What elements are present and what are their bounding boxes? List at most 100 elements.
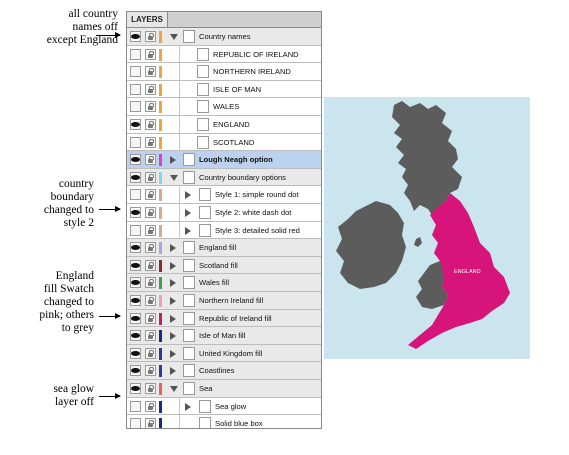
lock-icon[interactable] (145, 154, 156, 166)
visibility-eye-icon[interactable] (130, 136, 141, 148)
disclosure-closed-icon[interactable] (170, 297, 176, 305)
layer-label: England fill (199, 243, 237, 253)
visibility-eye-icon[interactable] (130, 277, 141, 289)
lock-icon[interactable] (145, 207, 156, 218)
lock-icon[interactable] (145, 48, 156, 60)
layer-row[interactable]: REPUBLIC OF IRELAND (127, 45, 321, 64)
layer-row[interactable]: Country boundary options (127, 168, 321, 187)
visibility-eye-icon[interactable] (130, 418, 141, 428)
disclosure-closed-icon[interactable] (170, 314, 176, 323)
lock-icon[interactable] (145, 83, 156, 95)
visibility-eye-icon[interactable] (130, 48, 141, 60)
disclosure-closed-icon[interactable] (185, 226, 191, 235)
disclosure-closed-icon[interactable] (170, 279, 176, 288)
disclosure-closed-icon[interactable] (170, 244, 176, 253)
disclosure-open-icon[interactable] (170, 34, 178, 40)
visibility-eye-icon[interactable] (130, 383, 141, 394)
lock-icon[interactable] (145, 365, 156, 377)
layer-label: Country boundary options (199, 172, 286, 182)
layer-row[interactable]: Style 1: simple round dot (127, 186, 321, 204)
lock-icon[interactable] (145, 136, 156, 148)
layer-row[interactable]: Northern Ireland fill (127, 292, 321, 310)
disclosure-closed-icon[interactable] (185, 191, 191, 200)
lock-icon[interactable] (145, 171, 156, 183)
layer-row[interactable]: Isle of Man fill (127, 327, 321, 345)
lock-icon[interactable] (145, 119, 156, 130)
visibility-eye-icon[interactable] (130, 207, 141, 218)
layer-row[interactable]: Sea (127, 380, 321, 398)
visibility-eye-icon[interactable] (130, 365, 141, 377)
layer-row[interactable]: ENGLAND (127, 116, 321, 134)
visibility-eye-icon[interactable] (130, 154, 141, 166)
disclosure-closed-icon[interactable] (185, 402, 191, 411)
lock-icon[interactable] (145, 277, 156, 289)
disclosure-closed-icon[interactable] (170, 367, 176, 376)
layer-row[interactable]: Sea glow (127, 397, 321, 416)
layer-row[interactable]: England fill (127, 239, 321, 257)
layer-label: Northern Ireland fill (199, 296, 264, 305)
layer-row[interactable]: WALES (127, 98, 321, 116)
annotation-line: England (55, 270, 94, 282)
visibility-eye-icon[interactable] (130, 224, 141, 236)
visibility-eye-icon[interactable] (130, 66, 141, 78)
layer-row[interactable]: Scotland fill (127, 256, 321, 275)
lock-icon[interactable] (145, 347, 156, 359)
layer-row[interactable]: Lough Neagh option (127, 151, 321, 169)
visibility-eye-icon[interactable] (130, 259, 141, 271)
tab-layers[interactable]: LAYERS (127, 12, 168, 27)
visibility-eye-icon[interactable] (130, 347, 141, 359)
layer-row[interactable]: Style 3: detailed solid red (127, 221, 321, 240)
visibility-eye-icon[interactable] (130, 330, 141, 342)
visibility-eye-icon[interactable] (130, 400, 141, 412)
visibility-eye-icon[interactable] (130, 189, 141, 201)
arrow-country-names (96, 32, 121, 38)
layer-color-swatch (159, 259, 162, 272)
layer-row[interactable]: Solid blue box (127, 415, 321, 428)
visibility-eye-icon[interactable] (130, 295, 141, 306)
visibility-eye-icon[interactable] (130, 101, 141, 113)
layer-row[interactable]: Republic of Ireland fill (127, 309, 321, 328)
layer-row[interactable]: Style 2: white dash dot (127, 204, 321, 222)
indent-guide (179, 45, 180, 63)
lock-icon[interactable] (145, 330, 156, 342)
lock-icon[interactable] (145, 259, 156, 271)
lock-icon[interactable] (145, 383, 156, 394)
indent-guide (179, 415, 180, 428)
layer-row[interactable]: ISLE OF MAN (127, 80, 321, 99)
disclosure-closed-icon[interactable] (170, 332, 176, 341)
visibility-eye-icon[interactable] (130, 31, 141, 42)
disclosure-closed-icon[interactable] (170, 261, 176, 270)
lock-icon[interactable] (145, 224, 156, 236)
layer-row[interactable]: NORTHERN IRELAND (127, 63, 321, 81)
layer-row[interactable]: SCOTLAND (127, 133, 321, 152)
annotation-england-fill: England fill Swatch changed to pink; others… (4, 270, 94, 335)
layer-label: Style 2: white dash dot (215, 208, 292, 217)
disclosure-open-icon[interactable] (170, 386, 178, 392)
disclosure-closed-icon[interactable] (170, 156, 176, 165)
lock-icon[interactable] (145, 418, 156, 428)
lock-icon[interactable] (145, 189, 156, 201)
visibility-eye-icon[interactable] (130, 171, 141, 183)
lock-icon[interactable] (145, 101, 156, 113)
layer-label: Coastlines (199, 366, 235, 376)
visibility-eye-icon[interactable] (130, 242, 141, 254)
visibility-eye-icon[interactable] (130, 312, 141, 324)
disclosure-closed-icon[interactable] (170, 349, 176, 358)
lock-icon[interactable] (145, 312, 156, 324)
lock-icon[interactable] (145, 66, 156, 78)
disclosure-closed-icon[interactable] (185, 209, 191, 217)
visibility-eye-icon[interactable] (130, 83, 141, 95)
visibility-eye-icon[interactable] (130, 119, 141, 130)
layer-row[interactable]: Coastlines (127, 362, 321, 380)
lock-icon[interactable] (145, 242, 156, 254)
annotation-line: changed to (43, 296, 94, 308)
lock-icon[interactable] (145, 400, 156, 412)
lock-icon[interactable] (145, 295, 156, 306)
layer-row[interactable]: Wales fill (127, 274, 321, 292)
layer-thumbnail (183, 30, 195, 43)
layer-thumbnail (183, 276, 195, 290)
layer-row[interactable]: Country names (127, 28, 321, 46)
disclosure-open-icon[interactable] (170, 174, 178, 181)
layer-row[interactable]: United Kingdom fill (127, 344, 321, 363)
lock-icon[interactable] (145, 31, 156, 42)
